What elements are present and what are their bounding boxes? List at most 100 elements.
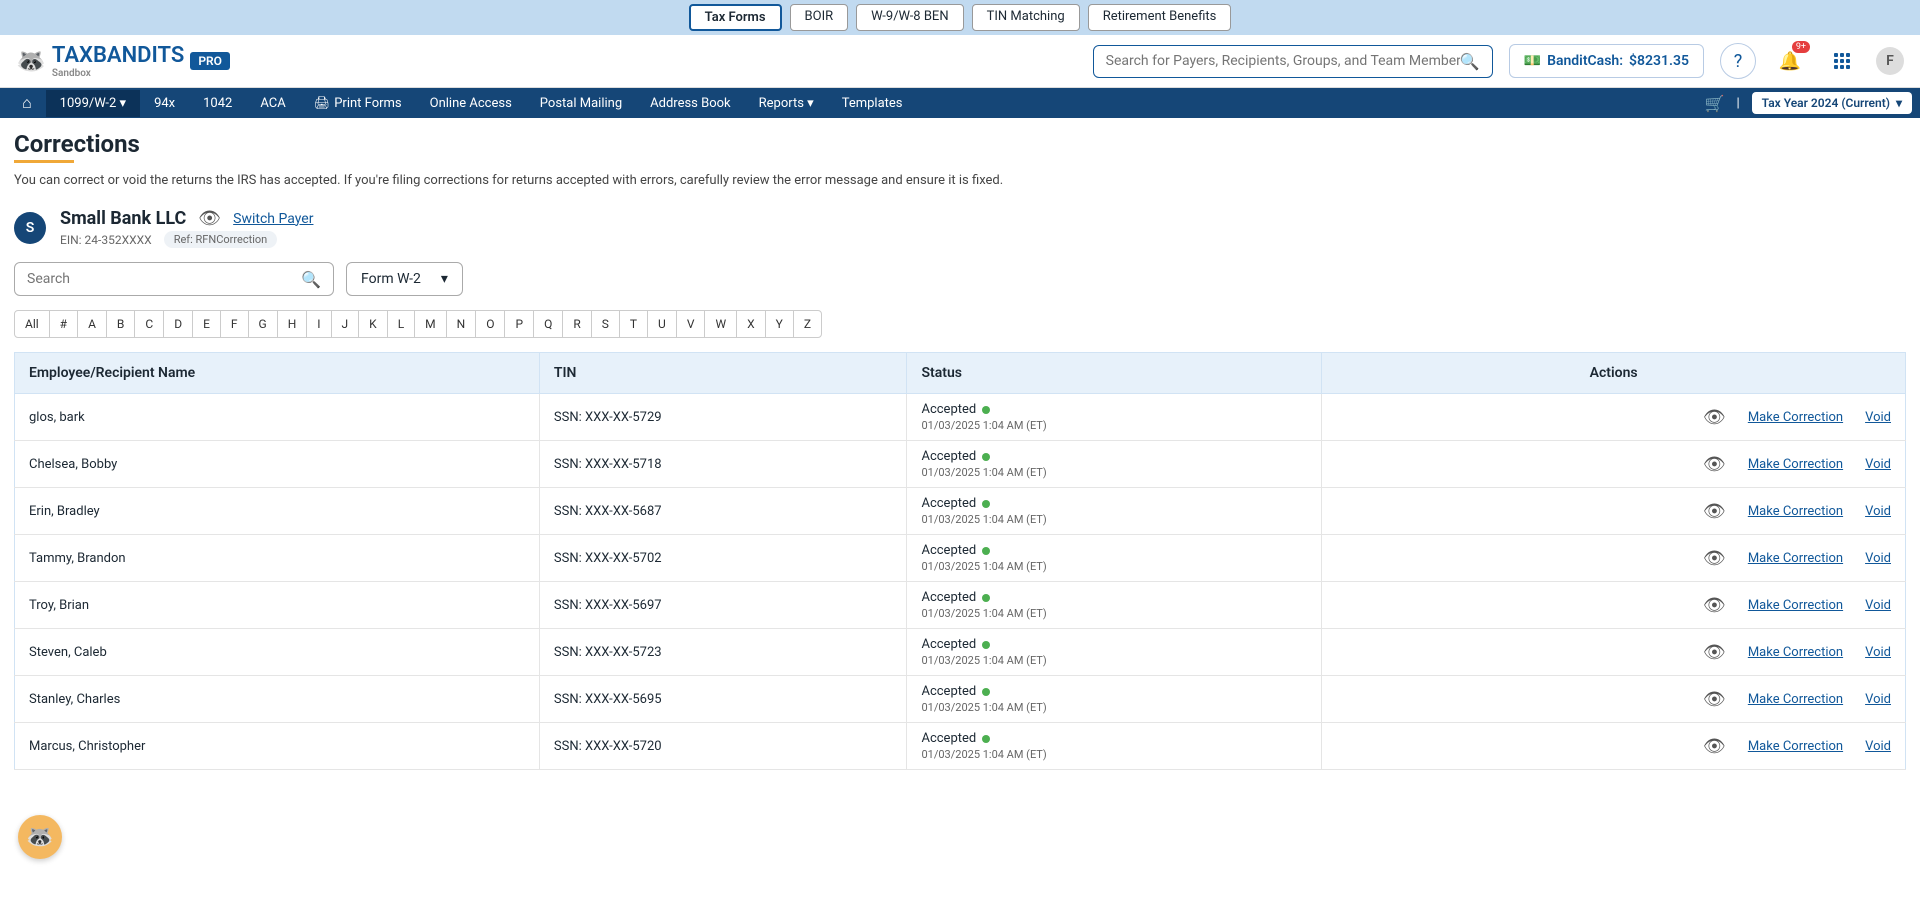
view-icon[interactable]: 👁: [1703, 454, 1726, 475]
form-type-select[interactable]: Form W-2 ▾: [346, 262, 463, 296]
view-payer-icon[interactable]: 👁: [198, 208, 221, 229]
help-button[interactable]: ?: [1720, 43, 1756, 79]
help-mascot-button[interactable]: 🦝: [18, 815, 62, 859]
search-icon[interactable]: 🔍: [1460, 52, 1480, 71]
nav-item-templates[interactable]: Templates: [828, 90, 917, 117]
nav-item-online-access[interactable]: Online Access: [416, 90, 526, 117]
top-tab-retirement-benefits[interactable]: Retirement Benefits: [1088, 4, 1232, 31]
recipient-search[interactable]: 🔍: [14, 262, 334, 296]
make-correction-link[interactable]: Make Correction: [1748, 598, 1843, 613]
cell-actions: 👁 Make Correction Void: [1322, 582, 1906, 629]
col-header-actions: Actions: [1322, 353, 1906, 394]
nav-item-postal-mailing[interactable]: Postal Mailing: [526, 90, 636, 117]
global-search[interactable]: 🔍: [1093, 45, 1493, 78]
make-correction-link[interactable]: Make Correction: [1748, 504, 1843, 519]
void-link[interactable]: Void: [1865, 598, 1891, 613]
make-correction-link[interactable]: Make Correction: [1748, 551, 1843, 566]
make-correction-link[interactable]: Make Correction: [1748, 645, 1843, 660]
nav-home[interactable]: ⌂: [8, 87, 46, 119]
make-correction-link[interactable]: Make Correction: [1748, 692, 1843, 707]
alpha-filter-s[interactable]: S: [592, 311, 620, 337]
make-correction-link[interactable]: Make Correction: [1748, 739, 1843, 754]
top-tab-boir[interactable]: BOIR: [790, 4, 849, 31]
void-link[interactable]: Void: [1865, 551, 1891, 566]
cart-button[interactable]: 🛒: [1705, 94, 1725, 113]
alpha-filter-l[interactable]: L: [388, 311, 415, 337]
view-icon[interactable]: 👁: [1703, 548, 1726, 569]
alpha-filter-f[interactable]: F: [221, 311, 249, 337]
void-link[interactable]: Void: [1865, 739, 1891, 754]
nav-item-1099-w-2[interactable]: 1099/W-2 ▾: [46, 90, 140, 117]
global-search-input[interactable]: [1106, 53, 1460, 69]
alpha-filter-t[interactable]: T: [620, 311, 648, 337]
make-correction-link[interactable]: Make Correction: [1748, 457, 1843, 472]
status-dot-icon: [982, 641, 990, 649]
void-link[interactable]: Void: [1865, 457, 1891, 472]
void-link[interactable]: Void: [1865, 504, 1891, 519]
cell-tin: SSN: XXX-XX-5695: [539, 676, 907, 723]
alpha-filter-#[interactable]: #: [50, 311, 78, 337]
search-icon[interactable]: 🔍: [301, 270, 321, 289]
top-tab-tin-matching[interactable]: TIN Matching: [972, 4, 1080, 31]
view-icon[interactable]: 👁: [1703, 736, 1726, 757]
alpha-filter-b[interactable]: B: [107, 311, 135, 337]
nav-item-address-book[interactable]: Address Book: [636, 90, 744, 117]
user-avatar[interactable]: F: [1876, 47, 1904, 75]
cell-status: Accepted 01/03/2025 1:04 AM (ET): [907, 441, 1322, 488]
alpha-filter-v[interactable]: V: [677, 311, 706, 337]
nav-item-reports[interactable]: Reports ▾: [745, 90, 828, 117]
view-icon[interactable]: 👁: [1703, 407, 1726, 428]
switch-payer-link[interactable]: Switch Payer: [233, 211, 313, 227]
void-link[interactable]: Void: [1865, 645, 1891, 660]
nav-item-1042[interactable]: 1042: [189, 90, 246, 117]
top-tab-w-9-w-8-ben[interactable]: W-9/W-8 BEN: [856, 4, 963, 31]
alpha-filter-m[interactable]: M: [415, 311, 446, 337]
void-link[interactable]: Void: [1865, 410, 1891, 425]
alpha-filter-g[interactable]: G: [249, 311, 278, 337]
bandit-cash-value: $8231.35: [1629, 53, 1689, 69]
alpha-filter-all[interactable]: All: [15, 311, 50, 337]
cell-name: Steven, Caleb: [15, 629, 540, 676]
view-icon[interactable]: 👁: [1703, 642, 1726, 663]
alpha-filter-j[interactable]: J: [332, 311, 360, 337]
view-icon[interactable]: 👁: [1703, 689, 1726, 710]
alpha-filter-u[interactable]: U: [648, 311, 677, 337]
view-icon[interactable]: 👁: [1703, 501, 1726, 522]
nav-item-94x[interactable]: 94x: [140, 90, 189, 117]
logo[interactable]: 🦝 TAXBANDITS Sandbox PRO: [16, 43, 230, 79]
bandit-cash-button[interactable]: 💵 BanditCash: $8231.35: [1509, 44, 1704, 78]
alpha-filter-i[interactable]: I: [307, 311, 331, 337]
apps-button[interactable]: [1824, 43, 1860, 79]
alpha-filter-a[interactable]: A: [78, 311, 107, 337]
nav-item-print-forms[interactable]: 🖨 Print Forms: [300, 90, 416, 117]
alpha-filter-q[interactable]: Q: [534, 311, 563, 337]
cell-status: Accepted 01/03/2025 1:04 AM (ET): [907, 676, 1322, 723]
dollar-icon: 💵: [1524, 53, 1541, 69]
notifications-button[interactable]: 🔔 9+: [1772, 43, 1808, 79]
alpha-filter-n[interactable]: N: [447, 311, 477, 337]
cell-tin: SSN: XXX-XX-5718: [539, 441, 907, 488]
top-tab-tax-forms[interactable]: Tax Forms: [689, 4, 782, 31]
alpha-filter-z[interactable]: Z: [794, 311, 821, 337]
alpha-filter-p[interactable]: P: [505, 311, 534, 337]
recipient-search-input[interactable]: [27, 271, 301, 287]
make-correction-link[interactable]: Make Correction: [1748, 410, 1843, 425]
view-icon[interactable]: 👁: [1703, 595, 1726, 616]
page-description: You can correct or void the returns the …: [14, 173, 1906, 188]
nav-item-aca[interactable]: ACA: [246, 90, 299, 117]
alpha-filter-d[interactable]: D: [164, 311, 193, 337]
table-row: Marcus, Christopher SSN: XXX-XX-5720 Acc…: [15, 723, 1906, 770]
alpha-filter-h[interactable]: H: [278, 311, 308, 337]
alpha-filter-x[interactable]: X: [737, 311, 766, 337]
alpha-filter-o[interactable]: O: [476, 311, 505, 337]
alpha-filter-r[interactable]: R: [563, 311, 591, 337]
alpha-filter-e[interactable]: E: [193, 311, 221, 337]
cell-status: Accepted 01/03/2025 1:04 AM (ET): [907, 629, 1322, 676]
alpha-filter-c[interactable]: C: [135, 311, 164, 337]
void-link[interactable]: Void: [1865, 692, 1891, 707]
alpha-filter-y[interactable]: Y: [766, 311, 794, 337]
tax-year-select[interactable]: Tax Year 2024 (Current) ▾: [1752, 92, 1912, 114]
alpha-filter-w[interactable]: W: [705, 311, 737, 337]
ein-value: 24-352XXXX: [85, 233, 152, 247]
alpha-filter-k[interactable]: K: [359, 311, 388, 337]
